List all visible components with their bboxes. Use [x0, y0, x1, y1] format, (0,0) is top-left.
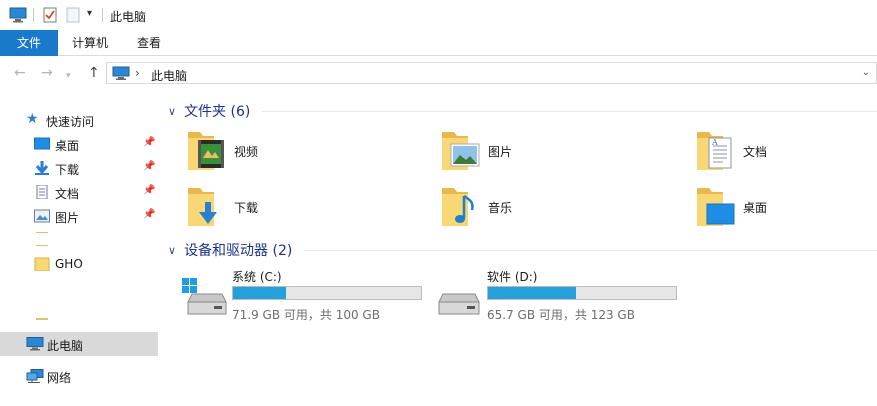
- folder-tile-pictures[interactable]: 图片: [440, 128, 690, 178]
- drive-name: 系统 (C:): [232, 270, 282, 284]
- drive-name: 软件 (D:): [487, 270, 538, 284]
- nav-label: 图片: [55, 211, 80, 225]
- pin-icon[interactable]: 📌: [143, 137, 155, 148]
- drive-usage-fill: [233, 287, 286, 299]
- collapsed-item-marker: [36, 232, 48, 233]
- tab-view[interactable]: 查看: [124, 30, 174, 56]
- desktop-icon: [34, 137, 50, 150]
- nav-quick-access[interactable]: ★ 快速访问: [0, 108, 158, 132]
- nav-label: 此电脑: [47, 339, 84, 353]
- download-icon: [35, 161, 49, 175]
- folder-label: 视频: [234, 145, 259, 159]
- address-path[interactable]: 此电脑: [151, 67, 187, 84]
- customize-qat-icon[interactable]: ▾: [87, 8, 92, 19]
- recent-locations-icon[interactable]: ▾: [66, 68, 71, 84]
- group-divider: [262, 111, 877, 112]
- video-folder-icon: [188, 132, 224, 170]
- forward-arrow-icon[interactable]: →: [41, 65, 53, 81]
- desktop-folder-icon: [697, 188, 735, 226]
- up-arrow-icon[interactable]: ↑: [88, 65, 100, 81]
- folder-tile-music[interactable]: 音乐: [440, 184, 690, 234]
- chevron-down-icon[interactable]: ∨: [168, 105, 176, 118]
- nav-label: 快速访问: [46, 115, 95, 129]
- separator: [33, 8, 34, 22]
- nav-item-gho[interactable]: GHO: [0, 252, 158, 276]
- nav-label: 网络: [47, 371, 72, 385]
- picture-icon: [34, 209, 50, 223]
- group-divider: [304, 250, 877, 251]
- nav-item-documents[interactable]: 文档 📌: [0, 180, 158, 204]
- collapsed-item-marker: [36, 245, 48, 246]
- drive-usage-bar: [487, 286, 677, 300]
- computer-icon: [26, 337, 44, 351]
- breadcrumb-chevron-icon[interactable]: ›: [135, 66, 140, 80]
- back-arrow-icon[interactable]: ←: [14, 65, 26, 81]
- folder-icon: [34, 257, 50, 271]
- folder-label: 桌面: [743, 201, 768, 215]
- group-title: 文件夹 (6): [184, 104, 251, 120]
- document-icon: [36, 185, 48, 199]
- folder-tile-documents[interactable]: A 文档: [695, 128, 877, 178]
- nav-item-this-pc[interactable]: 此电脑: [0, 332, 158, 356]
- navigation-bar: ← → ▾ ↑ › 此电脑 ⌄: [0, 57, 877, 89]
- pin-icon[interactable]: 📌: [143, 185, 155, 196]
- window-title: 此电脑: [110, 10, 147, 24]
- drive-usage-fill: [488, 287, 576, 299]
- star-icon: ★: [26, 111, 39, 127]
- network-icon: [26, 369, 44, 383]
- system-drive-icon: [182, 278, 227, 315]
- content-area: ∨ 文件夹 (6) 视频 图片 A 文档 下载 音乐 桌面 ∨ 设备和驱动器 (…: [160, 90, 877, 406]
- nav-label: 桌面: [55, 139, 80, 153]
- pin-icon[interactable]: 📌: [143, 161, 155, 172]
- nav-label: GHO: [55, 257, 83, 271]
- drive-usage-bar: [232, 286, 422, 300]
- new-folder-icon[interactable]: [66, 7, 80, 23]
- chevron-down-icon[interactable]: ⌄: [862, 67, 870, 78]
- tab-file[interactable]: 文件: [0, 30, 58, 56]
- folder-label: 图片: [488, 145, 513, 159]
- separator: [102, 8, 103, 22]
- address-bar[interactable]: › 此电脑 ⌄: [106, 62, 877, 84]
- nav-item-pictures[interactable]: 图片 📌: [0, 204, 158, 228]
- svg-text:A: A: [711, 138, 718, 147]
- pictures-folder-icon: [442, 132, 480, 170]
- nav-item-desktop[interactable]: 桌面 📌: [0, 132, 158, 156]
- group-title: 设备和驱动器 (2): [184, 243, 293, 259]
- folder-label: 音乐: [488, 201, 513, 215]
- properties-icon[interactable]: [42, 7, 58, 23]
- group-header-folders[interactable]: ∨ 文件夹 (6): [168, 100, 250, 122]
- nav-label: 下载: [55, 163, 80, 177]
- nav-item-network[interactable]: 网络: [0, 364, 158, 388]
- drive-tile-d[interactable]: 软件 (D:) 65.7 GB 可用，共 123 GB: [437, 268, 687, 324]
- computer-icon[interactable]: [9, 7, 27, 23]
- drive-tile-c[interactable]: 系统 (C:) 71.9 GB 可用，共 100 GB: [182, 268, 432, 324]
- folder-label: 下载: [234, 201, 259, 215]
- title-bar: ▾ 此电脑: [0, 0, 877, 30]
- collapsed-item-marker: [36, 318, 48, 320]
- navigation-pane: ★ 快速访问 桌面 📌 下载 📌 文档 📌 图片 📌 GHO 此电脑 网络: [0, 90, 160, 406]
- group-header-drives[interactable]: ∨ 设备和驱动器 (2): [168, 239, 292, 261]
- folder-tile-desktop[interactable]: 桌面: [695, 184, 877, 234]
- computer-icon: [112, 66, 130, 80]
- downloads-folder-icon: [188, 188, 217, 226]
- documents-folder-icon: A: [697, 132, 732, 170]
- folder-tile-videos[interactable]: 视频: [186, 128, 436, 178]
- music-folder-icon: [442, 188, 474, 226]
- drive-icon: [438, 293, 480, 315]
- drive-free-space: 65.7 GB 可用，共 123 GB: [487, 308, 635, 322]
- tab-computer[interactable]: 计算机: [62, 30, 118, 56]
- pin-icon[interactable]: 📌: [143, 209, 155, 220]
- folder-label: 文档: [743, 145, 768, 159]
- folder-tile-downloads[interactable]: 下载: [186, 184, 436, 234]
- drive-free-space: 71.9 GB 可用，共 100 GB: [232, 308, 380, 322]
- nav-label: 文档: [55, 187, 80, 201]
- chevron-down-icon[interactable]: ∨: [168, 244, 176, 257]
- nav-item-downloads[interactable]: 下载 📌: [0, 156, 158, 180]
- ribbon-tabs: 文件 计算机 查看: [0, 30, 877, 56]
